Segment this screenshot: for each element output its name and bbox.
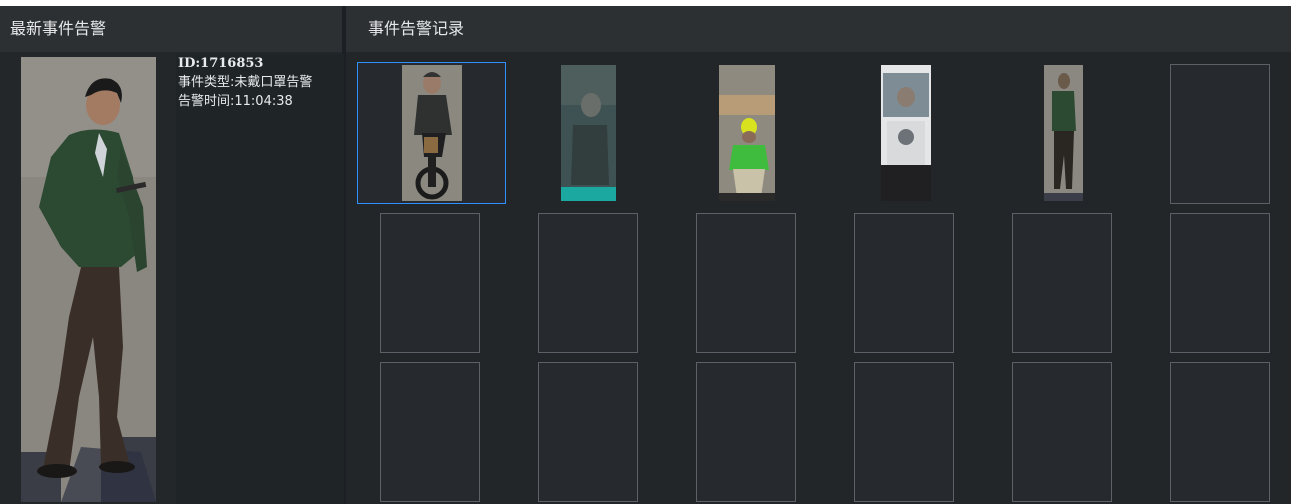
alarm-record-slot[interactable]: [538, 62, 638, 202]
alarm-record-slot[interactable]: [380, 213, 480, 353]
latest-alarm-header: 最新事件告警: [0, 6, 342, 52]
alarm-record-slot[interactable]: [357, 62, 506, 204]
alarm-record-slot[interactable]: [1170, 64, 1270, 204]
alarm-id: ID:1716853: [178, 56, 264, 71]
alarm-record-slot[interactable]: [696, 62, 796, 202]
alarm-time: 告警时间:11:04:38: [178, 94, 293, 109]
alarm-record-slot[interactable]: [854, 213, 954, 353]
latest-alarm-panel: ID:1716853 事件类型:未戴口罩告警 告警时间:11:04:38: [0, 52, 344, 504]
alarm-record-slot[interactable]: [538, 362, 638, 502]
alarm-record-slot[interactable]: [1012, 362, 1112, 502]
alarm-record-thumbnail: [402, 65, 462, 201]
latest-alarm-person-image[interactable]: [21, 57, 156, 502]
alarm-record-slot[interactable]: [538, 213, 638, 353]
alarm-record-slot[interactable]: [696, 362, 796, 502]
alarm-record-thumbnail: [719, 65, 775, 201]
alarm-record-slot[interactable]: [1170, 362, 1270, 502]
alarm-records-header: 事件告警记录: [346, 6, 1291, 52]
latest-alarm-info: ID:1716853 事件类型:未戴口罩告警 告警时间:11:04:38: [176, 54, 344, 504]
alarm-records-title: 事件告警记录: [368, 19, 465, 38]
alarm-record-slot[interactable]: [854, 62, 954, 202]
alarm-record-slot[interactable]: [380, 362, 480, 502]
alarm-record-thumbnail: [881, 65, 931, 201]
alarm-record-slot[interactable]: [854, 362, 954, 502]
alarm-record-slot[interactable]: [1012, 62, 1112, 202]
alarm-record-thumbnail: [1044, 65, 1083, 201]
alarm-record-slot[interactable]: [1170, 213, 1270, 353]
alarm-dashboard: 最新事件告警 事件告警记录 ID:1716853 事件类型:未戴口罩告警 告警时…: [0, 6, 1291, 504]
alarm-record-thumbnail: [561, 65, 616, 201]
alarm-record-slot[interactable]: [1012, 213, 1112, 353]
latest-alarm-title: 最新事件告警: [10, 19, 107, 38]
alarm-records-grid: [346, 52, 1291, 504]
alarm-event-type: 事件类型:未戴口罩告警: [178, 75, 313, 90]
alarm-record-slot[interactable]: [696, 213, 796, 353]
